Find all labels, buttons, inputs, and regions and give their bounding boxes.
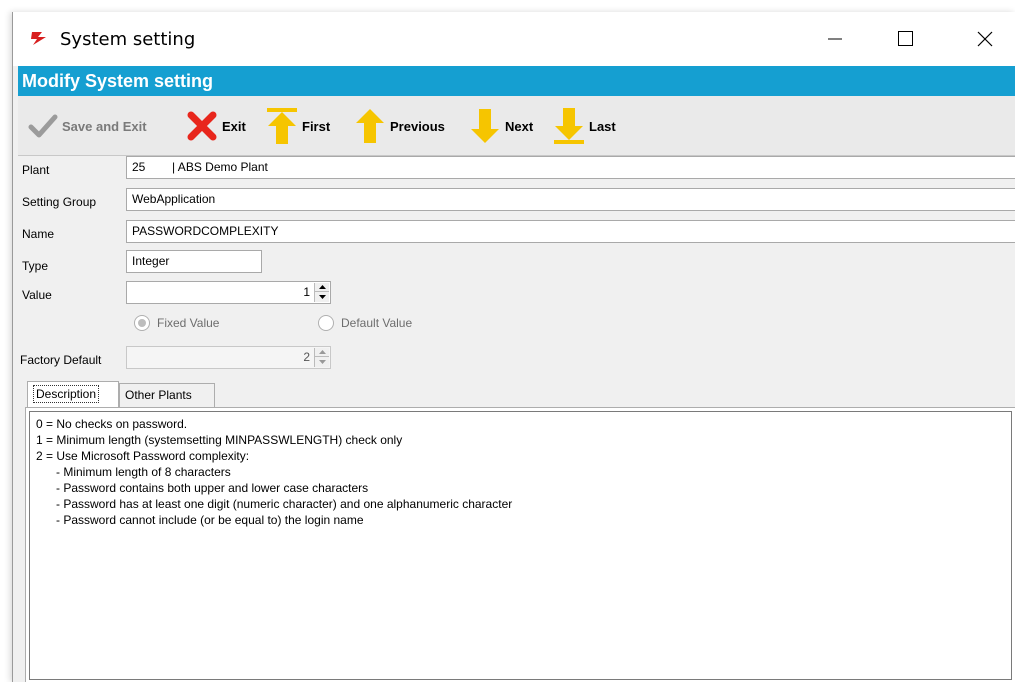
tab-other-plants[interactable]: Other Plants [119, 383, 215, 407]
system-setting-window: System setting Modify System setting Sav… [12, 12, 1015, 682]
first-label: First [302, 118, 331, 134]
first-button[interactable]: First [266, 96, 330, 156]
tab-description-label: Description [33, 385, 100, 403]
description-line: 1 = Minimum length (systemsetting MINPAS… [36, 433, 403, 447]
value-spinner[interactable] [314, 283, 329, 302]
exit-button[interactable]: Exit [186, 96, 246, 156]
name-field[interactable]: PASSWORDCOMPLEXITY [126, 220, 1015, 243]
red-pin-icon [31, 32, 46, 45]
title-bar: System setting [13, 12, 1015, 66]
previous-label: Previous [390, 118, 445, 134]
factory-default-stepper: 2 [126, 346, 331, 369]
value-stepper[interactable]: 1 [126, 281, 331, 304]
factory-spin-up-icon [315, 348, 329, 357]
window-title: System setting [60, 29, 196, 50]
last-label: Last [589, 118, 616, 134]
description-line: - Password contains both upper and lower… [36, 481, 369, 495]
default-value-label: Default Value [341, 316, 413, 330]
previous-button[interactable]: Previous [354, 96, 445, 156]
factory-default-number: 2 [303, 350, 310, 364]
description-panel: 0 = No checks on password. 1 = Minimum l… [25, 407, 1015, 682]
next-button[interactable]: Next [469, 96, 533, 156]
first-arrow-icon [267, 108, 297, 144]
spin-down-icon[interactable] [315, 292, 329, 301]
setting-group-field[interactable]: WebApplication [126, 188, 1015, 211]
description-line: - Password has at least one digit (numer… [36, 497, 513, 511]
maximize-icon [898, 31, 913, 46]
tab-other-plants-label: Other Plants [125, 388, 192, 402]
next-label: Next [505, 118, 534, 134]
minimize-icon [828, 38, 842, 40]
value-number: 1 [303, 285, 310, 299]
page-header: Modify System setting [18, 66, 1015, 96]
name-label: Name [22, 227, 55, 241]
save-and-exit-button[interactable]: Save and Exit [28, 96, 147, 156]
minimize-button[interactable] [813, 12, 859, 66]
maximize-button[interactable] [883, 12, 929, 66]
description-line: - Minimum length of 8 characters [36, 465, 231, 479]
factory-spinner [314, 348, 329, 367]
factory-default-label: Factory Default [20, 353, 102, 367]
close-icon [977, 31, 993, 47]
description-line: 0 = No checks on password. [36, 417, 188, 431]
close-button[interactable] [962, 12, 1008, 66]
exit-label: Exit [222, 118, 246, 134]
type-field[interactable]: Integer [126, 250, 262, 273]
fixed-value-radio[interactable]: Fixed Value [134, 315, 219, 331]
spin-up-icon[interactable] [315, 283, 329, 292]
down-arrow-icon [471, 109, 499, 143]
fixed-value-label: Fixed Value [157, 316, 220, 330]
fixed-value-radio-circle [134, 315, 150, 331]
up-arrow-icon [356, 109, 384, 143]
red-x-icon [187, 111, 217, 141]
checkmark-icon [28, 114, 58, 138]
last-button[interactable]: Last [553, 96, 616, 156]
description-line: - Password cannot include (or be equal t… [36, 513, 364, 527]
default-value-radio-circle [318, 315, 334, 331]
save-and-exit-label: Save and Exit [62, 118, 147, 134]
tab-description[interactable]: Description [27, 381, 119, 408]
factory-spin-down-icon [315, 357, 329, 366]
description-line: 2 = Use Microsoft Password complexity: [36, 449, 250, 463]
toolbar: Save and Exit Exit First Previous Next L… [18, 96, 1015, 156]
value-label: Value [22, 288, 52, 302]
plant-label: Plant [22, 163, 50, 177]
last-arrow-icon [554, 108, 584, 144]
type-label: Type [22, 259, 49, 273]
setting-group-label: Setting Group [22, 195, 97, 209]
description-textarea[interactable]: 0 = No checks on password. 1 = Minimum l… [29, 411, 1012, 680]
default-value-radio[interactable]: Default Value [318, 315, 412, 331]
plant-field[interactable]: 25 | ABS Demo Plant [126, 156, 1015, 179]
